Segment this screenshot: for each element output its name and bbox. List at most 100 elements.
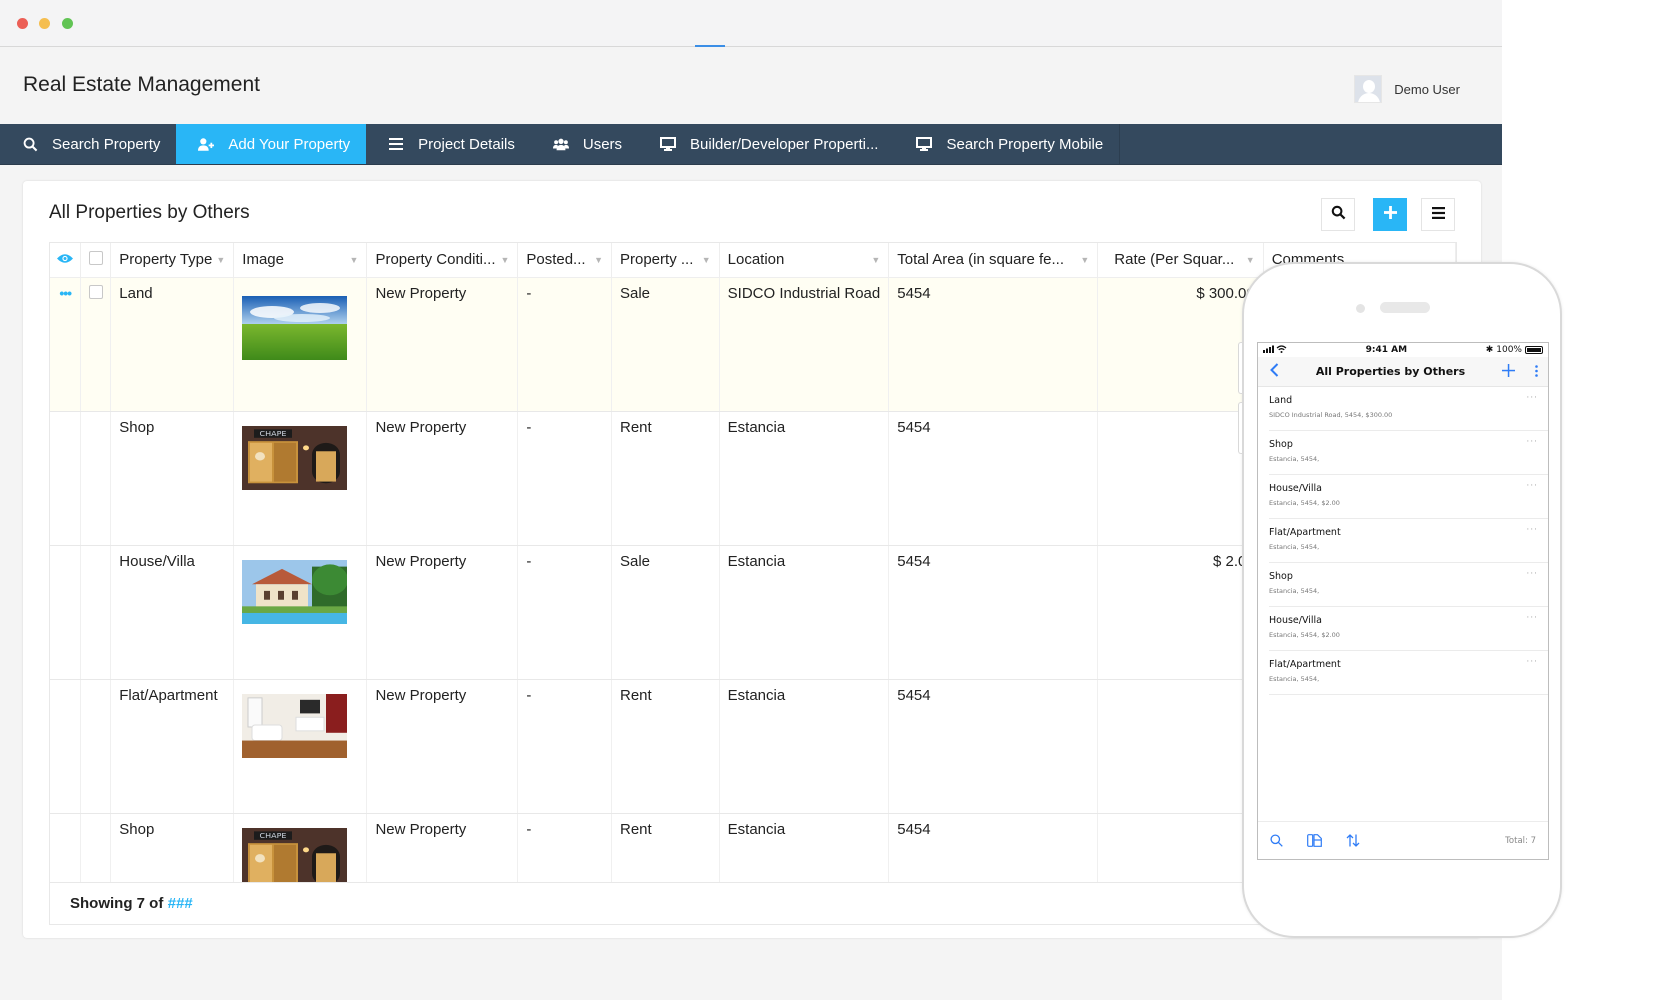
cell-property-condition: New Property [366,679,519,814]
mobile-item-title: Flat/Apartment [1269,527,1341,538]
close-window-button[interactable] [17,18,28,29]
mobile-list-item[interactable]: House/Villa Estancia, 5454, $2.00 ··· [1269,475,1548,519]
header-row: Property Type ▼ Image ▼ Property Conditi..… [50,243,1456,278]
main-nav: Search Property Add Your Property Projec… [0,124,1502,165]
select-all-checkbox[interactable] [80,243,112,278]
more-horizontal-icon[interactable]: ··· [1526,613,1538,623]
cell-image[interactable] [233,277,368,412]
column-header-rate[interactable]: Rate (Per Squar... ▼ [1097,243,1264,278]
row-select-cell[interactable] [80,277,112,412]
plus-icon [1383,205,1397,224]
nav-label: Search Property Mobile [946,135,1104,153]
mobile-item-subtitle: Estancia, 5454, [1269,455,1320,463]
more-horizontal-icon[interactable]: ··· [1526,481,1538,491]
phone-side-button [1238,402,1242,454]
cell-location: Estancia [719,545,890,680]
column-header-property-type[interactable]: Property Type ▼ [110,243,235,278]
more-horizontal-icon[interactable]: ··· [1526,393,1538,403]
cell-property-type: Land [110,277,235,412]
cell-image[interactable] [233,545,368,680]
mobile-more-vertical-icon[interactable] [1535,362,1538,381]
mobile-list-item[interactable]: Shop Estancia, 5454, ··· [1269,563,1548,607]
column-header-location[interactable]: Location ▼ [719,243,890,278]
cell-location: SIDCO Industrial Road [719,277,890,412]
sort-caret-icon: ▼ [701,254,711,265]
mobile-toolbar: Total: 7 [1258,821,1548,859]
app-title: Real Estate Management [23,73,260,96]
cell-rate [1097,679,1264,814]
maximize-window-button[interactable] [62,18,73,29]
cell-total-area: 5454 [888,679,1099,814]
column-visibility-toggle[interactable] [50,243,82,278]
mobile-view-toggle-icon[interactable] [1307,834,1322,847]
cell-image[interactable] [233,679,368,814]
mobile-list-item[interactable]: Flat/Apartment Estancia, 5454, ··· [1269,651,1548,695]
window-titlebar [0,0,1502,47]
nav-label: Search Property [52,135,161,153]
cell-posted: - [517,545,612,680]
column-header-posted[interactable]: Posted... ▼ [517,243,612,278]
user-name: Demo User [1394,81,1460,97]
row-checkbox[interactable] [88,284,103,299]
svg-text:CHAPE: CHAPE [260,429,287,437]
mobile-search-icon[interactable] [1270,834,1283,847]
minimize-window-button[interactable] [39,18,50,29]
more-horizontal-icon[interactable]: ··· [1526,525,1538,535]
cell-property-type: Shop [110,411,235,546]
row-select-cell [80,679,112,814]
search-icon [22,136,38,152]
nav-search-property[interactable]: Search Property [0,124,176,164]
more-horizontal-icon[interactable]: ··· [1526,569,1538,579]
status-time: 9:41 AM [1365,345,1408,355]
total-count-link[interactable]: ### [168,895,193,912]
menu-button[interactable] [1421,198,1455,231]
mobile-list-item[interactable]: Land SIDCO Industrial Road, 5454, $300.00… [1269,387,1548,431]
sort-caret-icon: ▼ [500,254,510,265]
row-actions-cell[interactable]: ••• [50,277,82,412]
property-photo: CHAPE [242,425,358,490]
phone-speaker [1380,302,1430,313]
nav-search-property-mobile[interactable]: Search Property Mobile [894,124,1121,164]
add-button[interactable] [1373,198,1407,231]
mobile-list-item[interactable]: Shop Estancia, 5454, ··· [1269,431,1548,475]
mobile-sort-icon[interactable] [1346,834,1360,847]
mobile-item-title: Flat/Apartment [1269,659,1341,670]
record-count: Showing 7 of [70,895,168,912]
nav-add-your-property[interactable]: Add Your Property [176,124,367,164]
row-select-cell [80,545,112,680]
cell-property-condition: New Property [366,545,519,680]
cell-image[interactable]: CHAPE [233,411,368,546]
eye-icon [57,254,74,263]
mobile-list-item[interactable]: House/Villa Estancia, 5454, $2.00 ··· [1269,607,1548,651]
column-header-property-purpose[interactable]: Property ... ▼ [611,243,720,278]
user-menu[interactable]: Demo User [1354,75,1460,103]
mobile-list: Land SIDCO Industrial Road, 5454, $300.00… [1258,387,1548,695]
hamburger-icon [1431,206,1445,224]
row-actions-cell [50,679,82,814]
app-header: Real Estate Management Demo User [0,47,1502,124]
nav-users[interactable]: Users [531,124,638,164]
mobile-add-icon[interactable] [1502,362,1515,381]
nav-label: Project Details [418,135,515,153]
back-chevron-icon[interactable] [1270,362,1279,381]
nav-project-details[interactable]: Project Details [366,124,531,164]
nav-label: Add Your Property [228,135,351,153]
sort-caret-icon: ▼ [1080,254,1090,265]
search-button[interactable] [1321,198,1355,231]
column-header-property-condition[interactable]: Property Conditi... ▼ [366,243,519,278]
monitor-icon [916,136,933,152]
nav-builder-developer-properties[interactable]: Builder/Developer Properti... [638,124,894,164]
cell-property-purpose: Sale [611,545,720,680]
cell-posted: - [517,277,612,412]
more-horizontal-icon[interactable]: ··· [1526,437,1538,447]
column-header-total-area[interactable]: Total Area (in square fe... ▼ [888,243,1099,278]
mobile-list-item[interactable]: Flat/Apartment Estancia, 5454, ··· [1269,519,1548,563]
more-horizontal-icon[interactable]: ··· [1526,657,1538,667]
phone-screen: 9:41 AM ✱ 100% All Properties by Others … [1257,342,1549,860]
list-icon [388,136,404,152]
sort-caret-icon: ▼ [594,254,603,265]
cell-rate: $ 2.00 [1097,545,1264,680]
phone-status-bar: 9:41 AM ✱ 100% [1258,343,1548,357]
column-header-image[interactable]: Image ▼ [233,243,368,278]
row-actions-icon[interactable]: ••• [59,285,72,301]
